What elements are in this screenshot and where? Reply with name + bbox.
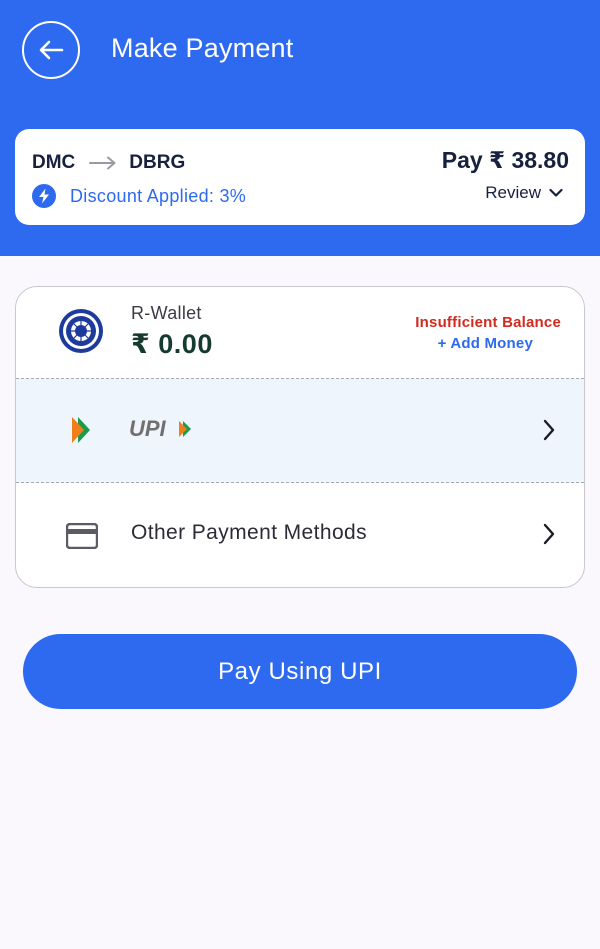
chevron-right-icon: [542, 523, 556, 550]
upi-mark-icon: [72, 417, 92, 448]
review-label: Review: [485, 183, 541, 202]
arrow-left-icon: [39, 40, 64, 60]
page-title: Make Payment: [111, 33, 294, 63]
destination-station: DBRG: [129, 152, 186, 173]
wallet-balance: ₹ 0.00: [131, 329, 213, 359]
pay-amount: Pay ₹ 38.80: [441, 147, 569, 173]
journey-summary-card: DMC DBRG Discount Applied: 3% Pay ₹ 38.8…: [15, 129, 585, 225]
app-header: Make Payment DMC DBRG Discount Applied: …: [0, 0, 600, 256]
upi-logo-icon: UPI: [129, 416, 195, 446]
add-money-link[interactable]: + Add Money: [438, 335, 533, 352]
upi-logo-text: UPI: [129, 417, 167, 441]
payment-methods-card: R-Wallet ₹ 0.00 Insufficient Balance + A…: [15, 286, 585, 588]
discount-info: Discount Applied: 3%: [32, 184, 246, 208]
other-payment-methods-option[interactable]: Other Payment Methods: [16, 483, 584, 587]
upi-option[interactable]: UPI: [16, 378, 584, 483]
review-toggle[interactable]: Review: [485, 183, 563, 203]
indian-railways-emblem-icon: [59, 309, 103, 353]
r-wallet-option[interactable]: R-Wallet ₹ 0.00 Insufficient Balance + A…: [16, 287, 584, 378]
chevron-down-icon: [549, 188, 563, 198]
discount-text: Discount Applied: 3%: [70, 185, 247, 206]
insufficient-balance-text: Insufficient Balance: [415, 314, 561, 331]
wallet-label: R-Wallet: [131, 303, 202, 323]
credit-card-icon: [65, 522, 99, 554]
arrow-right-icon: [89, 156, 117, 170]
origin-station: DMC: [32, 152, 76, 173]
chevron-right-icon: [542, 419, 556, 446]
pay-using-upi-button[interactable]: Pay Using UPI: [23, 634, 577, 709]
other-payment-methods-label: Other Payment Methods: [131, 521, 368, 544]
route: DMC DBRG: [32, 152, 185, 174]
back-button[interactable]: [22, 21, 80, 79]
lightning-icon: [32, 184, 56, 208]
